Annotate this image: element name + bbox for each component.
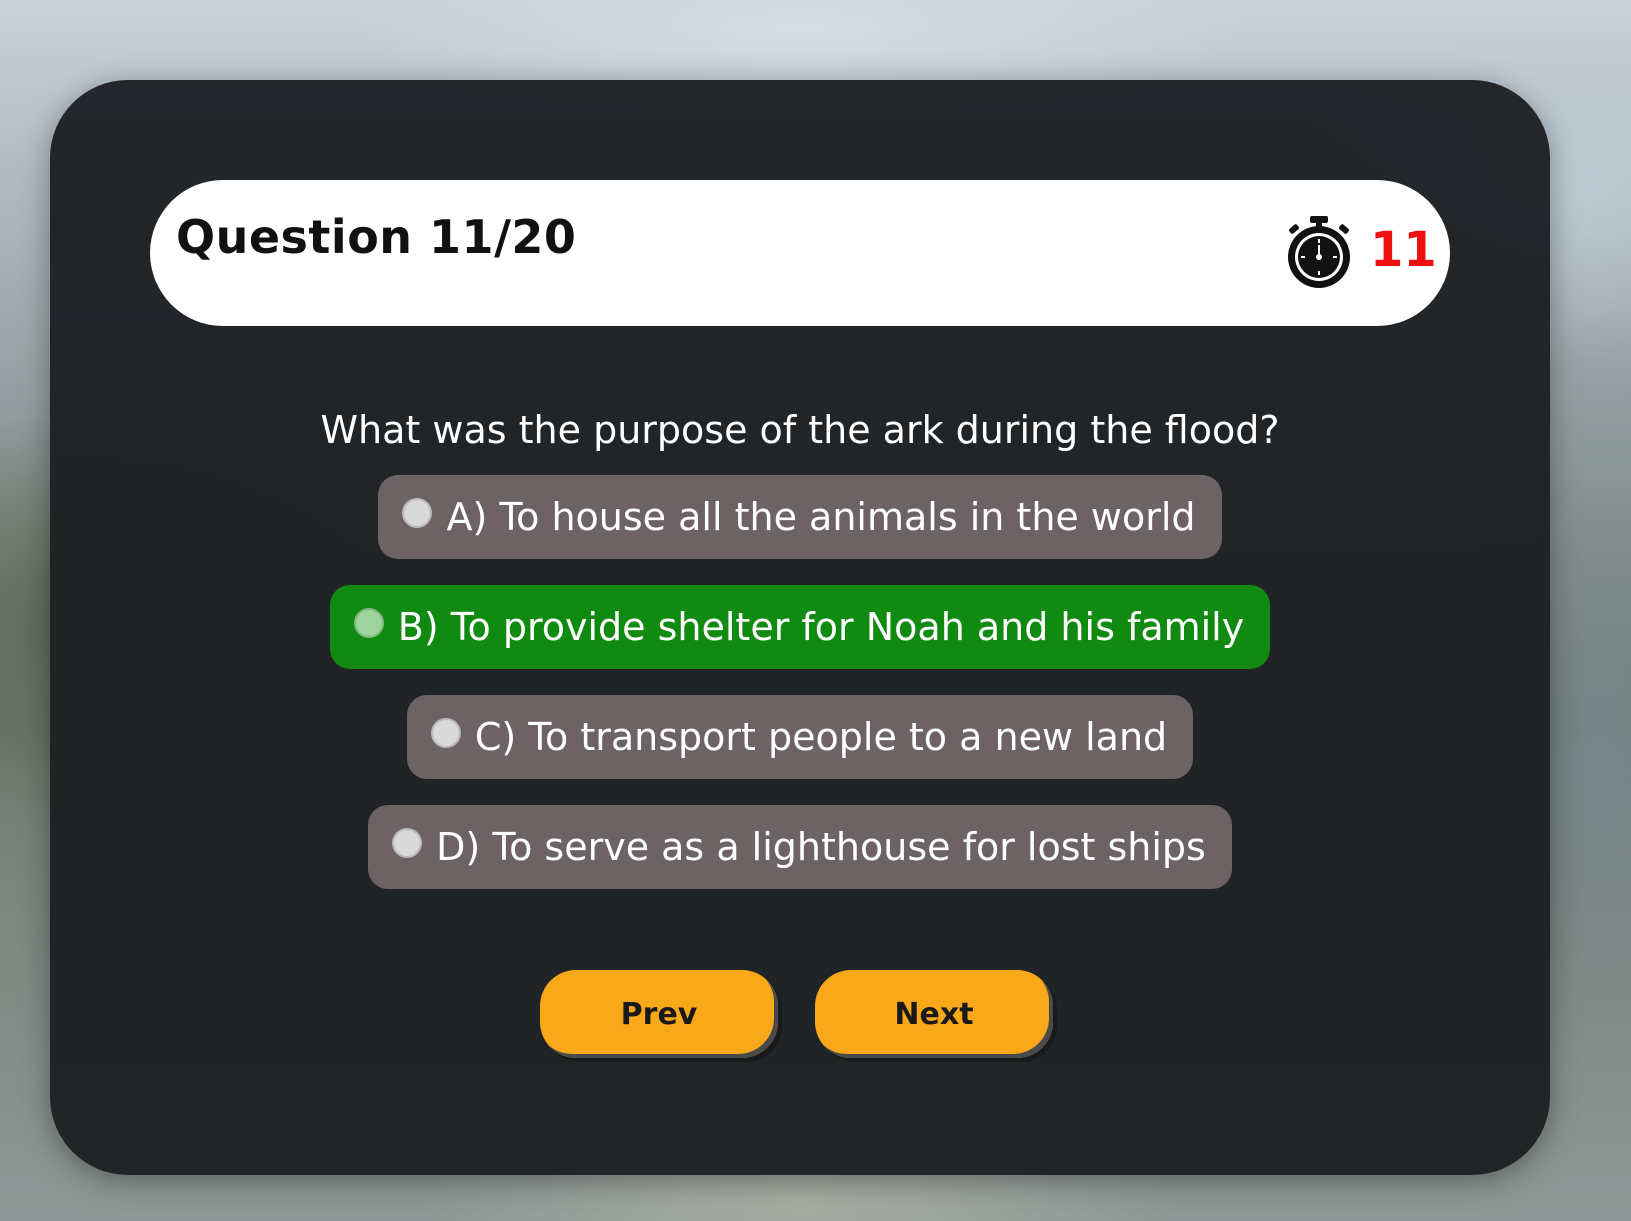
timer-countdown: 11	[1370, 222, 1437, 278]
stopwatch-icon	[1282, 214, 1356, 290]
option-b[interactable]: B) To provide shelter for Noah and his f…	[329, 585, 1271, 669]
next-button[interactable]: Next	[815, 970, 1053, 1058]
option-label: C) To transport people to a new land	[474, 715, 1168, 759]
option-a[interactable]: A) To house all the animals in the world	[378, 475, 1222, 559]
option-d[interactable]: D) To serve as a lighthouse for lost shi…	[368, 805, 1232, 889]
option-label: B) To provide shelter for Noah and his f…	[397, 605, 1245, 649]
question-text: What was the purpose of the ark during t…	[320, 408, 1280, 452]
prev-button[interactable]: Prev	[540, 970, 778, 1058]
option-label: D) To serve as a lighthouse for lost shi…	[436, 825, 1206, 869]
quiz-card: Question 11/20 11 What was the purpose o…	[50, 80, 1550, 1175]
radio-button[interactable]	[353, 608, 384, 638]
radio-button[interactable]	[430, 718, 461, 748]
answer-options: A) To house all the animals in the world…	[50, 475, 1550, 915]
question-counter: Question 11/20	[176, 210, 577, 264]
question-header: Question 11/20 11	[150, 180, 1450, 326]
radio-button[interactable]	[392, 828, 423, 858]
option-label: A) To house all the animals in the world	[446, 495, 1196, 539]
radio-button[interactable]	[402, 498, 433, 528]
option-c[interactable]: C) To transport people to a new land	[406, 695, 1194, 779]
